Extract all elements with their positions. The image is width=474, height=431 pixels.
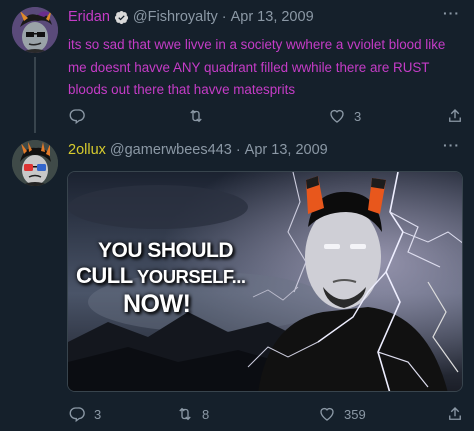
meme-text-line2: CULL YOURSELF... (76, 263, 246, 289)
handle[interactable]: @Fishroyalty (133, 9, 218, 25)
reply-icon (69, 407, 85, 423)
share-icon (449, 109, 461, 122)
tweet-header: 2ollux @gamerwbees443 · Apr 13, 2009 (68, 142, 328, 158)
more-horizontal-icon[interactable]: ··· (443, 137, 460, 153)
reply-button[interactable]: 3 (68, 405, 101, 423)
meme-text-yourself: YOURSELF... (132, 266, 246, 287)
meme-text-line3: NOW! (123, 290, 191, 318)
avatar-eridan[interactable] (12, 7, 58, 53)
separator-dot: · (221, 9, 227, 25)
reply-button[interactable] (68, 107, 94, 125)
handle[interactable]: @gamerwbees443 (110, 142, 232, 158)
retweet-icon (179, 407, 191, 421)
timestamp[interactable]: Apr 13, 2009 (245, 142, 328, 158)
share-button[interactable] (446, 405, 464, 423)
like-count: 359 (344, 406, 366, 422)
meme-text-cull: CULL (76, 263, 133, 288)
like-count: 3 (354, 108, 362, 124)
thread-line (34, 57, 36, 133)
tweet-actions: 3 8 359 (68, 405, 464, 423)
heart-icon (330, 109, 344, 123)
tweet-media-image[interactable]: YOU SHOULD CULL YOURSELF... NOW! (67, 171, 463, 392)
separator-dot: · (235, 142, 241, 158)
like-button[interactable]: 359 (318, 405, 366, 423)
tweet-2ollux[interactable]: 2ollux @gamerwbees443 · Apr 13, 2009 ··· (0, 131, 474, 431)
avatar-2ollux[interactable] (12, 140, 58, 186)
retweet-icon (190, 109, 202, 123)
share-button[interactable] (446, 107, 464, 125)
heart-icon (320, 407, 334, 421)
tweet-eridan[interactable]: Eridan @Fishroyalty · Apr 13, 2009 ··· i… (0, 0, 474, 133)
retweet-count: 8 (202, 406, 210, 422)
verified-badge-icon (114, 10, 129, 25)
share-icon (449, 407, 461, 420)
retweet-button[interactable]: 8 (176, 405, 209, 423)
tweet-header: Eridan @Fishroyalty · Apr 13, 2009 (68, 9, 314, 25)
display-name[interactable]: Eridan (68, 9, 110, 25)
meme-text-line1: YOU SHOULD (98, 239, 234, 262)
more-horizontal-icon[interactable]: ··· (443, 5, 460, 21)
reply-count: 3 (94, 406, 102, 422)
timestamp[interactable]: Apr 13, 2009 (231, 9, 314, 25)
display-name[interactable]: 2ollux (68, 142, 106, 158)
retweet-button[interactable] (187, 107, 213, 125)
like-button[interactable]: 3 (328, 107, 361, 125)
tweet-actions: 3 (68, 107, 464, 125)
tweet-text: its so sad that wwe livve in a society w… (68, 37, 446, 97)
reply-icon (69, 109, 85, 125)
